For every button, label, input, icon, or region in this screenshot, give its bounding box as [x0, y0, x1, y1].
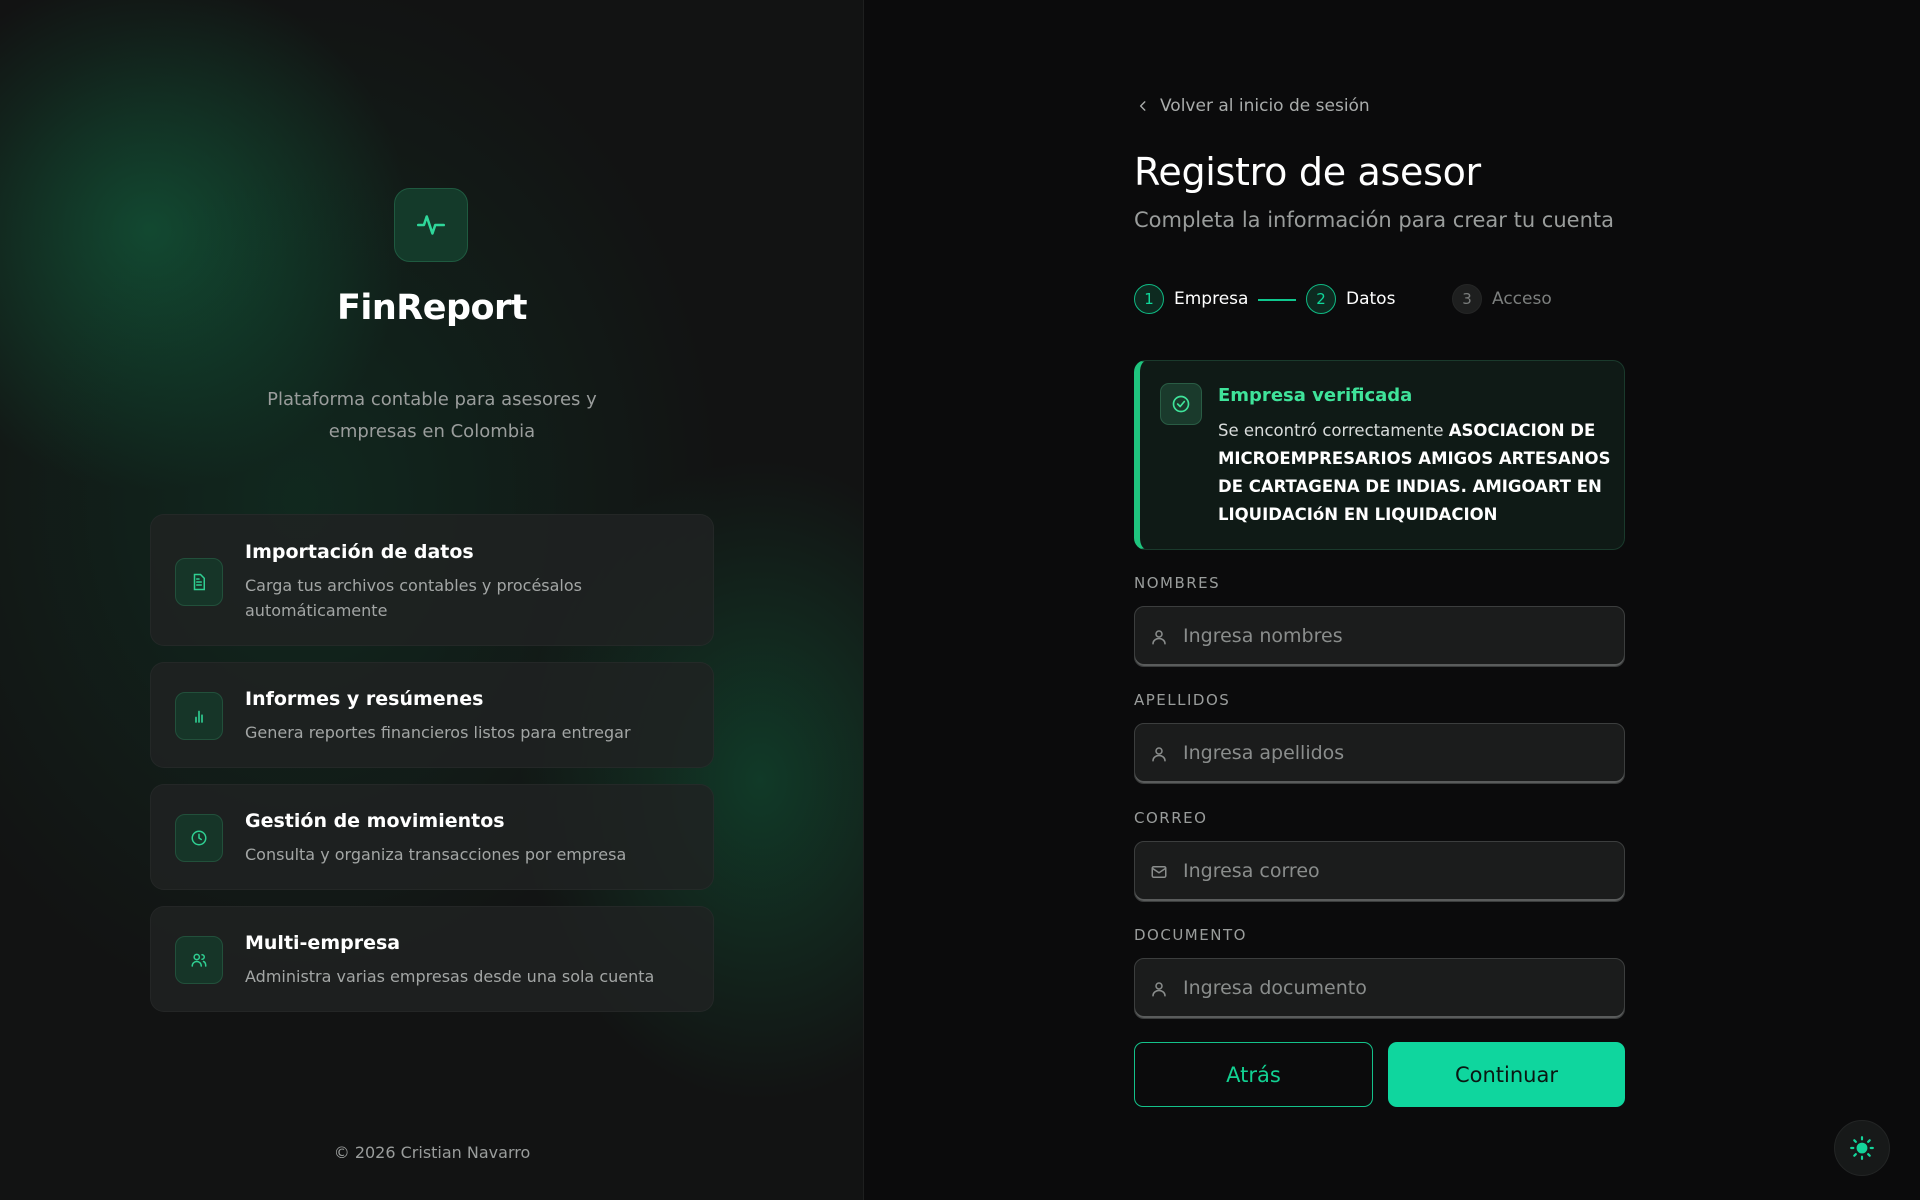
file-text-icon	[175, 558, 223, 606]
check-circle-icon	[1160, 383, 1202, 425]
page-title: Registro de asesor	[1134, 150, 1481, 194]
theme-toggle-button[interactable]	[1834, 1120, 1890, 1176]
feature-title: Gestión de movimientos	[245, 810, 505, 832]
correo-input[interactable]	[1183, 842, 1603, 900]
users-icon	[175, 936, 223, 984]
step-number: 1	[1134, 284, 1164, 314]
step-number: 3	[1452, 284, 1482, 314]
alert-title: Empresa verificada	[1218, 385, 1413, 406]
documento-label: DOCUMENTO	[1134, 926, 1247, 944]
copyright: © 2026 Cristian Navarro	[333, 1143, 531, 1162]
user-icon	[1149, 744, 1169, 764]
user-icon	[1149, 627, 1169, 647]
user-icon	[1149, 979, 1169, 999]
feature-card: Importación de datos Carga tus archivos …	[150, 514, 714, 646]
feature-card: Gestión de movimientos Consulta y organi…	[150, 784, 714, 890]
back-link-label: Volver al inicio de sesión	[1160, 96, 1370, 116]
step-label-empresa: Empresa	[1174, 289, 1249, 309]
feature-card: Multi-empresa Administra varias empresas…	[150, 906, 714, 1012]
correo-field[interactable]	[1134, 841, 1625, 902]
step-number: 2	[1306, 284, 1336, 314]
feature-card: Informes y resúmenes Genera reportes fin…	[150, 662, 714, 768]
feature-description: Administra varias empresas desde una sol…	[245, 967, 655, 986]
nombres-input[interactable]	[1183, 607, 1603, 665]
mail-icon	[1149, 862, 1169, 882]
back-button[interactable]: Atrás	[1134, 1042, 1373, 1107]
company-verified-alert: Empresa verificada Se encontró correctam…	[1134, 360, 1625, 550]
documento-field[interactable]	[1134, 958, 1625, 1019]
step-connector	[1258, 299, 1296, 301]
back-to-login-link[interactable]: Volver al inicio de sesión	[1136, 96, 1370, 116]
feature-title: Informes y resúmenes	[245, 688, 484, 710]
alert-prefix: Se encontró correctamente	[1218, 421, 1444, 440]
apellidos-input[interactable]	[1183, 724, 1603, 782]
feature-description: Carga tus archivos contables y procésalo…	[245, 576, 582, 620]
stepper: 1 Empresa 2 Datos 3 Acceso	[1134, 284, 1634, 316]
feature-title: Multi-empresa	[245, 932, 401, 954]
continue-button[interactable]: Continuar	[1388, 1042, 1625, 1107]
activity-pulse-icon	[416, 215, 446, 235]
nombres-field[interactable]	[1134, 606, 1625, 667]
bar-chart-icon	[175, 692, 223, 740]
step-label-datos: Datos	[1346, 289, 1396, 309]
chevron-left-icon	[1139, 101, 1146, 111]
documento-input[interactable]	[1183, 959, 1603, 1017]
feature-title: Importación de datos	[245, 541, 474, 563]
apellidos-label: APELLIDOS	[1134, 691, 1231, 709]
page-subtitle: Completa la información para crear tu cu…	[1134, 208, 1614, 232]
alert-message: Se encontró correctamente ASOCIACION DE …	[1218, 417, 1618, 529]
apellidos-field[interactable]	[1134, 723, 1625, 784]
step-label-acceso: Acceso	[1492, 289, 1552, 309]
clock-icon	[175, 814, 223, 862]
feature-description: Consulta y organiza transacciones por em…	[245, 845, 627, 864]
sun-icon	[1850, 1136, 1874, 1160]
correo-label: CORREO	[1134, 809, 1208, 827]
feature-description: Genera reportes financieros listos para …	[245, 723, 631, 742]
logo	[394, 188, 468, 262]
brand-name: FinReport	[336, 288, 528, 328]
nombres-label: NOMBRES	[1134, 574, 1221, 592]
brand-tagline: Plataforma contable para asesores y empr…	[267, 389, 597, 442]
brand-panel: FinReport Plataforma contable para aseso…	[0, 0, 864, 1200]
